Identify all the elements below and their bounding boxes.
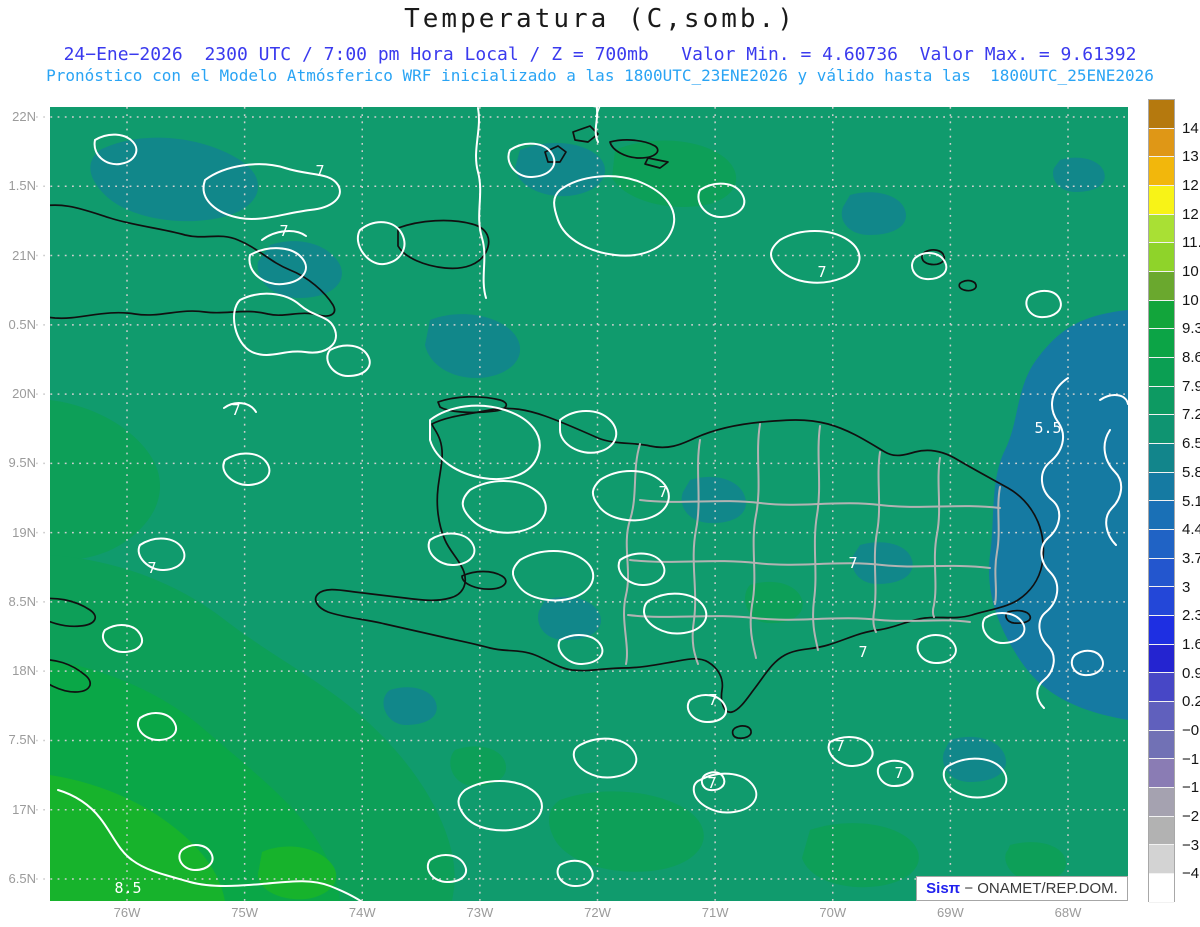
- colorbar-tick-label: 4.4: [1182, 521, 1200, 539]
- contour-value-label: 5.5: [1034, 419, 1061, 437]
- contour-value-label: 7: [848, 554, 857, 572]
- watermark-separator: −: [960, 880, 978, 897]
- contour-value-label: 7: [231, 401, 240, 419]
- colorbar-segment: [1149, 128, 1174, 158]
- colorbar-tick-label: 10.7: [1182, 263, 1200, 281]
- contour-value-label: 7: [279, 222, 288, 240]
- contour-value-label: 7: [708, 691, 717, 709]
- colorbar-tick-label: 6.5: [1182, 435, 1200, 453]
- colorbar-segment: [1149, 759, 1174, 789]
- colorbar-segment: [1149, 874, 1174, 903]
- watermark-box: Sisπ − ONAMET/REP.DOM.: [916, 876, 1128, 901]
- colorbar-tick-label: 13.5: [1182, 148, 1200, 166]
- colorbar-segment: [1149, 100, 1174, 129]
- contour-value-label: 7: [817, 263, 826, 281]
- watermark-brand: Sisπ: [926, 880, 961, 897]
- colorbar-tick-label: −0.5: [1182, 721, 1200, 739]
- colorbar-segment: [1149, 501, 1174, 531]
- colorbar-segment: [1149, 788, 1174, 817]
- colorbar-tick-label: 1.6: [1182, 635, 1200, 653]
- colorbar-tick-label: −1.9: [1182, 779, 1200, 797]
- colorbar-tick-label: −1.2: [1182, 750, 1200, 768]
- colorbar-tick-label: 7.2: [1182, 406, 1200, 424]
- contour-value-label: 7: [147, 559, 156, 577]
- contour-value-label: 8.5: [114, 879, 141, 897]
- colorbar-segment: [1149, 358, 1174, 387]
- contour-value-label: 7: [315, 162, 324, 180]
- colorbar-tick-label: 8.6: [1182, 349, 1200, 367]
- colorbar-segment: [1149, 845, 1174, 875]
- colorbar-segment: [1149, 415, 1174, 445]
- colorbar-tick-label: −3.3: [1182, 836, 1200, 854]
- colorbar-tick-label: 9.3: [1182, 320, 1200, 338]
- temperature-fill-layer: [50, 107, 1128, 901]
- colorbar-segment: [1149, 157, 1174, 187]
- colorbar-tick-label: 14.2: [1182, 119, 1200, 137]
- colorbar-segment: [1149, 616, 1174, 645]
- colorbar-segment: [1149, 530, 1174, 559]
- colorbar-tick-label: 5.1: [1182, 492, 1200, 510]
- colorbar-segment: [1149, 243, 1174, 273]
- colorbar-segment: [1149, 214, 1174, 244]
- colorbar-segment: [1149, 644, 1174, 674]
- colorbar-segment: [1149, 558, 1174, 588]
- temperature-map: 7 7 7 7 7 7 7 7 7 7 7 7 7 5.5 8.5: [36, 103, 1128, 906]
- colorbar-tick-label: 5.8: [1182, 463, 1200, 481]
- colorbar-segment: [1149, 386, 1174, 416]
- colorbar-segment: [1149, 673, 1174, 703]
- colorbar-tick-label: −2.6: [1182, 807, 1200, 825]
- colorbar-tick-label: −4: [1182, 865, 1200, 883]
- colorbar-tick-label: 2.3: [1182, 607, 1200, 625]
- colorbar-tick-label: 0.2: [1182, 693, 1200, 711]
- contour-value-label: 7: [835, 737, 844, 755]
- colorbar-segment: [1149, 186, 1174, 215]
- weather-map-page: Temperatura (C,somb.) 24−Ene−2026 2300 U…: [0, 0, 1200, 927]
- colorbar-tick-label: 3.7: [1182, 549, 1200, 567]
- contour-value-label: 7: [707, 774, 716, 792]
- colorbar-tick-label: 7.9: [1182, 377, 1200, 395]
- colorbar-segment: [1149, 300, 1174, 330]
- colorbar-tick-label: 10: [1182, 291, 1199, 309]
- colorbar-segment: [1149, 702, 1174, 731]
- colorbar-tick-label: 11.4: [1182, 234, 1200, 252]
- watermark-org: ONAMET/REP.DOM.: [977, 880, 1118, 897]
- colorbar-segment: [1149, 329, 1174, 359]
- colorbar-tick-label: 3: [1182, 578, 1191, 596]
- colorbar-segment: [1149, 444, 1174, 473]
- colorbar: [1148, 99, 1175, 903]
- colorbar-segment: [1149, 272, 1174, 301]
- colorbar-tick-label: 12.8: [1182, 177, 1200, 195]
- colorbar-segment: [1149, 816, 1174, 846]
- colorbar-tick-label: 0.9: [1182, 664, 1200, 682]
- colorbar-segment: [1149, 587, 1174, 617]
- colorbar-segment: [1149, 730, 1174, 760]
- contour-value-label: 7: [894, 764, 903, 782]
- contour-value-label: 7: [858, 643, 867, 661]
- colorbar-segment: [1149, 472, 1174, 502]
- contour-value-label: 7: [592, 103, 601, 121]
- colorbar-tick-label: 12.1: [1182, 205, 1200, 223]
- contour-value-label: 7: [658, 483, 667, 501]
